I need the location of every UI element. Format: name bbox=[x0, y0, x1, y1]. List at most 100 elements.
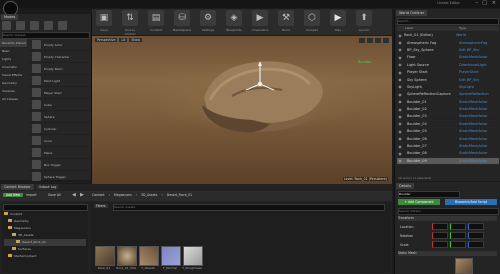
blueprints-icon[interactable]: ◈ bbox=[226, 10, 242, 26]
tab-output-log[interactable]: Output Log bbox=[35, 184, 60, 190]
breadcrumb-content[interactable]: Content bbox=[92, 193, 105, 197]
folder-tree-item[interactable]: Megascans bbox=[4, 225, 86, 232]
rotate-snap-icon[interactable] bbox=[375, 38, 381, 43]
lit-button[interactable]: Lit bbox=[119, 38, 128, 42]
mode-category[interactable]: Geometry bbox=[0, 79, 27, 87]
rotation-y[interactable] bbox=[450, 232, 466, 239]
place-item[interactable]: Sphere bbox=[28, 111, 90, 123]
place-item[interactable]: Cone bbox=[28, 135, 90, 147]
outliner-tab[interactable]: World Outliner bbox=[396, 10, 428, 16]
outliner-row[interactable]: ◉ Boulder_09 StaticMeshActor bbox=[397, 157, 499, 166]
place-item[interactable]: Empty Pawn bbox=[28, 63, 90, 75]
mode-category[interactable]: Volumes bbox=[0, 87, 27, 95]
details-name-field[interactable]: Boulder bbox=[398, 191, 460, 198]
scale-z[interactable] bbox=[468, 241, 484, 248]
paint-mode-icon[interactable] bbox=[16, 21, 25, 30]
folder-tree-item[interactable]: Content bbox=[4, 211, 86, 218]
place-item[interactable]: Plane bbox=[28, 147, 90, 159]
folder-tree-item[interactable]: Geometry bbox=[4, 218, 86, 225]
camera-speed-icon[interactable] bbox=[383, 38, 389, 43]
place-item[interactable]: Empty Character bbox=[28, 51, 90, 63]
outliner-row[interactable]: ◉ Boulder_02 StaticMeshActor bbox=[397, 106, 499, 114]
outliner-row[interactable]: ◉ BP_Sky_Sphere Edit BP_Sky bbox=[397, 47, 499, 55]
settings-icon[interactable]: ⚙ bbox=[200, 10, 216, 26]
asset-search-input[interactable]: Search Assets bbox=[113, 204, 385, 211]
location-z[interactable] bbox=[468, 223, 484, 230]
mode-category[interactable]: Cinematic bbox=[0, 63, 27, 71]
outliner-row[interactable]: ◉ Light Source DirectionalLight bbox=[397, 62, 499, 69]
transform-section[interactable]: Transform bbox=[398, 216, 497, 221]
build-icon[interactable]: ⚒ bbox=[278, 10, 294, 26]
rotation-x[interactable] bbox=[432, 232, 448, 239]
save-all-button[interactable]: Save All bbox=[48, 193, 61, 197]
place-item[interactable]: Cylinder bbox=[28, 123, 90, 135]
cinematics-icon[interactable]: ▶ bbox=[252, 10, 268, 26]
asset-thumbnail[interactable] bbox=[95, 246, 115, 266]
asset-thumbnail[interactable] bbox=[117, 246, 137, 266]
compile-icon[interactable]: ⬡ bbox=[304, 10, 320, 26]
filters-button[interactable]: Filters bbox=[94, 204, 108, 208]
level-viewport[interactable]: Perspective Lit Show Boulder Level: Rock… bbox=[92, 36, 392, 184]
maximize-icon[interactable]: □ bbox=[482, 0, 487, 6]
outliner-row[interactable]: ◉ Boulder_07 StaticMeshActor bbox=[397, 143, 499, 151]
forward-arrow-icon[interactable]: ▶ bbox=[80, 192, 84, 198]
outliner-row[interactable]: ◉ Boulder_06 StaticMeshActor bbox=[397, 135, 499, 143]
mode-category[interactable]: Basic bbox=[0, 47, 27, 55]
breadcrumb-megascans[interactable]: Megascans bbox=[114, 193, 132, 197]
mode-category[interactable]: All Classes bbox=[0, 95, 27, 103]
breadcrumb-3d-assets[interactable]: 3D_Assets bbox=[141, 193, 157, 197]
modes-tab[interactable]: Modes bbox=[1, 14, 19, 20]
tree-search-input[interactable] bbox=[3, 204, 88, 211]
location-y[interactable] bbox=[450, 223, 466, 230]
details-tab[interactable]: Details bbox=[396, 183, 415, 189]
mode-category[interactable]: Visual Effects bbox=[0, 71, 27, 79]
asset-thumbnail[interactable] bbox=[139, 246, 159, 266]
place-item[interactable]: Cube bbox=[28, 99, 90, 111]
modes-search-input[interactable]: Search Classes bbox=[2, 32, 90, 39]
marketplace-icon[interactable]: ⛁ bbox=[174, 10, 190, 26]
foliage-mode-icon[interactable] bbox=[44, 21, 53, 30]
snap-icon[interactable] bbox=[359, 38, 365, 43]
static-mesh-section[interactable]: Static Mesh bbox=[398, 251, 497, 256]
place-item[interactable]: Sphere Trigger bbox=[28, 171, 90, 183]
mode-category[interactable]: Recently Placed bbox=[0, 39, 27, 47]
folder-tree-item[interactable]: Desert_Rock_01 bbox=[4, 239, 86, 246]
minimize-icon[interactable]: – bbox=[476, 0, 479, 6]
scale-y[interactable] bbox=[450, 241, 466, 248]
play-icon[interactable]: ▶ bbox=[330, 10, 346, 26]
outliner-header-label[interactable]: Label bbox=[405, 26, 413, 30]
outliner-row[interactable]: ◉ Player Start PlayerStart bbox=[397, 69, 499, 77]
boulder-mesh[interactable] bbox=[92, 36, 392, 184]
outliner-row[interactable]: ◉ Atmospheric Fog AtmosphericFog bbox=[397, 39, 499, 47]
content-icon[interactable]: ▤ bbox=[148, 10, 164, 26]
place-item[interactable]: Point Light bbox=[28, 75, 90, 87]
save-icon[interactable]: ▣ bbox=[96, 10, 112, 26]
outliner-row[interactable]: ◉ Boulder_05 StaticMeshActor bbox=[397, 128, 499, 136]
back-arrow-icon[interactable]: ◀ bbox=[72, 192, 76, 198]
outliner-row[interactable]: ◉ Floor StaticMeshActor bbox=[397, 54, 499, 62]
details-search-input[interactable]: Search Details bbox=[398, 208, 499, 215]
place-item[interactable]: Box Trigger bbox=[28, 159, 90, 171]
tab-content-browser[interactable]: Content Browser bbox=[1, 184, 34, 190]
outliner-row[interactable]: ◉ Boulder_04 StaticMeshActor bbox=[397, 121, 499, 129]
blueprint-add-script-button[interactable]: Blueprint/Add Script bbox=[445, 199, 497, 205]
launch-icon[interactable]: ⬆ bbox=[356, 10, 372, 26]
folder-tree-item[interactable]: StarterContent bbox=[4, 253, 86, 260]
location-x[interactable] bbox=[432, 223, 448, 230]
grid-icon[interactable] bbox=[367, 38, 373, 43]
asset-thumbnail[interactable] bbox=[161, 246, 181, 266]
place-item[interactable]: Player Start bbox=[28, 87, 90, 99]
close-icon[interactable]: × bbox=[492, 0, 496, 6]
static-mesh-thumbnail[interactable] bbox=[455, 258, 473, 274]
outliner-header-type[interactable]: Type bbox=[459, 26, 466, 30]
place-item[interactable]: Empty Actor bbox=[28, 39, 90, 51]
folder-tree-item[interactable]: Surfaces bbox=[4, 246, 86, 253]
geometry-mode-icon[interactable] bbox=[58, 21, 67, 30]
outliner-row[interactable]: ◉ Boulder_03 StaticMeshActor bbox=[397, 113, 499, 121]
mode-category[interactable]: Lights bbox=[0, 55, 27, 63]
outliner-row[interactable]: ◉ Boulder_08 StaticMeshActor bbox=[397, 150, 499, 158]
asset-thumbnail[interactable] bbox=[183, 246, 203, 266]
add-new-button[interactable]: Add New bbox=[3, 193, 24, 197]
source-control-icon[interactable]: ⇅ bbox=[122, 10, 138, 26]
import-button[interactable]: Import bbox=[26, 193, 37, 197]
